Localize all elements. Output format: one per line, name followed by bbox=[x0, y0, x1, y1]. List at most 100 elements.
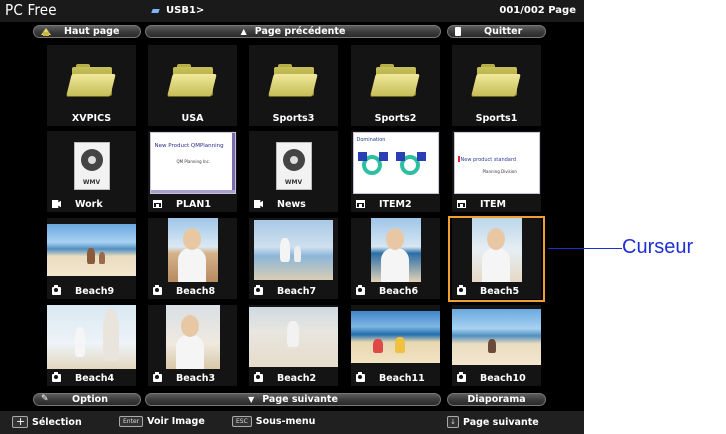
app-title: PC Free bbox=[5, 1, 57, 19]
slide-title: New Product QMPlanning bbox=[154, 143, 224, 149]
item-label: Beach10 bbox=[480, 372, 526, 384]
grid-item[interactable]: Beach6 bbox=[351, 218, 440, 299]
slideshow-button[interactable]: Diaporama bbox=[447, 393, 546, 406]
item-label: Beach9 bbox=[75, 285, 115, 297]
item-label: Beach11 bbox=[379, 372, 425, 384]
option-label: Option bbox=[72, 394, 108, 405]
video-type-icon bbox=[52, 200, 61, 208]
esc-key-icon: ESC bbox=[232, 416, 252, 427]
page-down-key-icon: ↓ bbox=[447, 416, 459, 428]
document-thumbnail: New product standard Planning Division bbox=[452, 131, 541, 195]
help-view-image: Voir Image bbox=[147, 416, 205, 427]
wmv-file-icon: WMV bbox=[275, 142, 312, 190]
item-label: ITEM2 bbox=[379, 198, 412, 210]
grid-item[interactable]: Sports3 bbox=[249, 45, 338, 126]
photo-thumbnail bbox=[351, 218, 440, 282]
item-label: Sports2 bbox=[374, 112, 417, 124]
grid-item[interactable]: Beach4 bbox=[47, 305, 136, 386]
folder-thumbnail bbox=[452, 45, 541, 109]
arrow-keys-icon bbox=[12, 415, 28, 428]
camera-icon bbox=[254, 372, 263, 382]
grid-item[interactable]: Sports2 bbox=[351, 45, 440, 126]
option-button[interactable]: ✎ Option bbox=[33, 393, 141, 406]
next-page-label: Page suivante bbox=[262, 394, 338, 405]
document-type-icon bbox=[457, 200, 466, 208]
item-label: Beach7 bbox=[277, 285, 317, 297]
camera-icon bbox=[254, 285, 263, 295]
grid-item[interactable]: Beach9 bbox=[47, 218, 136, 299]
next-page-button[interactable]: ▼ Page suivante bbox=[145, 393, 441, 406]
item-label: Beach4 bbox=[75, 372, 115, 384]
grid-item[interactable]: Beach7 bbox=[249, 218, 338, 299]
folder-thumbnail bbox=[351, 45, 440, 109]
document-type-icon bbox=[356, 200, 365, 208]
item-label: News bbox=[277, 198, 306, 210]
folder-icon bbox=[470, 64, 521, 96]
home-icon bbox=[40, 26, 52, 37]
enter-key-icon: Enter bbox=[119, 416, 144, 427]
home-page-button[interactable]: Haut page bbox=[33, 25, 141, 38]
folder-icon bbox=[65, 64, 116, 96]
item-label: XVPICS bbox=[71, 112, 112, 124]
camera-icon bbox=[52, 285, 61, 295]
title-bar: PC Free USB1> 001/002 Page bbox=[0, 0, 584, 22]
grid-item[interactable]: Beach3 bbox=[148, 305, 237, 386]
folder-thumbnail bbox=[47, 45, 136, 109]
grid-item[interactable]: Beach11 bbox=[351, 305, 440, 386]
item-label: Beach8 bbox=[176, 285, 216, 297]
page-counter: 001/002 Page bbox=[499, 5, 576, 16]
camera-icon bbox=[457, 372, 466, 382]
current-path: USB1> bbox=[152, 5, 204, 16]
usb-drive-icon bbox=[152, 7, 162, 15]
selection-cursor bbox=[448, 216, 545, 302]
home-page-label: Haut page bbox=[64, 26, 120, 37]
grid-item[interactable]: New Product QMPlanning QM Planning Inc. … bbox=[148, 131, 237, 212]
wmv-file-icon: WMV bbox=[73, 142, 110, 190]
item-label: Beach2 bbox=[277, 372, 317, 384]
grid-item[interactable]: Beach8 bbox=[148, 218, 237, 299]
video-thumbnail: WMV bbox=[47, 131, 136, 195]
callout-line bbox=[548, 248, 622, 249]
help-next-page: Page suivante bbox=[463, 416, 539, 428]
pc-free-screen: PC Free USB1> 001/002 Page Haut page ▲ P… bbox=[0, 0, 584, 434]
quit-label: Quitter bbox=[484, 26, 523, 37]
grid-item[interactable]: Beach10 bbox=[452, 305, 541, 386]
slide-title: New product standard bbox=[460, 157, 517, 163]
folder-icon bbox=[267, 64, 318, 96]
triangle-up-icon: ▲ bbox=[240, 27, 247, 36]
grid-item[interactable]: New product standard Planning Division I… bbox=[452, 131, 541, 212]
item-label: USA bbox=[181, 112, 204, 124]
folder-icon bbox=[166, 64, 217, 96]
item-label: ITEM bbox=[480, 198, 506, 210]
camera-icon bbox=[356, 372, 365, 382]
grid-item[interactable]: USA bbox=[148, 45, 237, 126]
help-select: Sélection bbox=[32, 416, 82, 428]
photo-thumbnail bbox=[47, 305, 136, 369]
item-label: PLAN1 bbox=[176, 198, 211, 210]
item-label: Sports1 bbox=[475, 112, 518, 124]
document-thumbnail: Domination bbox=[351, 131, 440, 195]
previous-page-button[interactable]: ▲ Page précédente bbox=[145, 25, 441, 38]
help-bar: Sélection Enter Voir Image ESC Sous-menu… bbox=[0, 411, 584, 434]
triangle-down-icon: ▼ bbox=[248, 395, 255, 404]
grid-item[interactable]: WMV News bbox=[249, 131, 338, 212]
photo-thumbnail bbox=[249, 218, 338, 282]
previous-page-label: Page précédente bbox=[254, 26, 346, 37]
grid-item[interactable]: Sports1 bbox=[452, 45, 541, 126]
camera-icon bbox=[153, 372, 162, 382]
grid-item[interactable]: Domination ITEM2 bbox=[351, 131, 440, 212]
grid-item[interactable]: WMV Work bbox=[47, 131, 136, 212]
video-thumbnail: WMV bbox=[249, 131, 338, 195]
document-thumbnail: New Product QMPlanning QM Planning Inc. bbox=[148, 131, 237, 195]
quit-button[interactable]: Quitter bbox=[447, 25, 546, 38]
slide-subtitle: QM Planning Inc. bbox=[176, 159, 211, 164]
grid-item[interactable]: Beach2 bbox=[249, 305, 338, 386]
item-label: Beach6 bbox=[379, 285, 419, 297]
grid-item[interactable]: XVPICS bbox=[47, 45, 136, 126]
folder-thumbnail bbox=[148, 45, 237, 109]
item-label: Beach3 bbox=[176, 372, 216, 384]
photo-thumbnail bbox=[452, 305, 541, 369]
slide-subtitle: Planning Division bbox=[482, 169, 517, 174]
wrench-icon: ✎ bbox=[41, 394, 49, 404]
document-type-icon bbox=[153, 200, 162, 208]
